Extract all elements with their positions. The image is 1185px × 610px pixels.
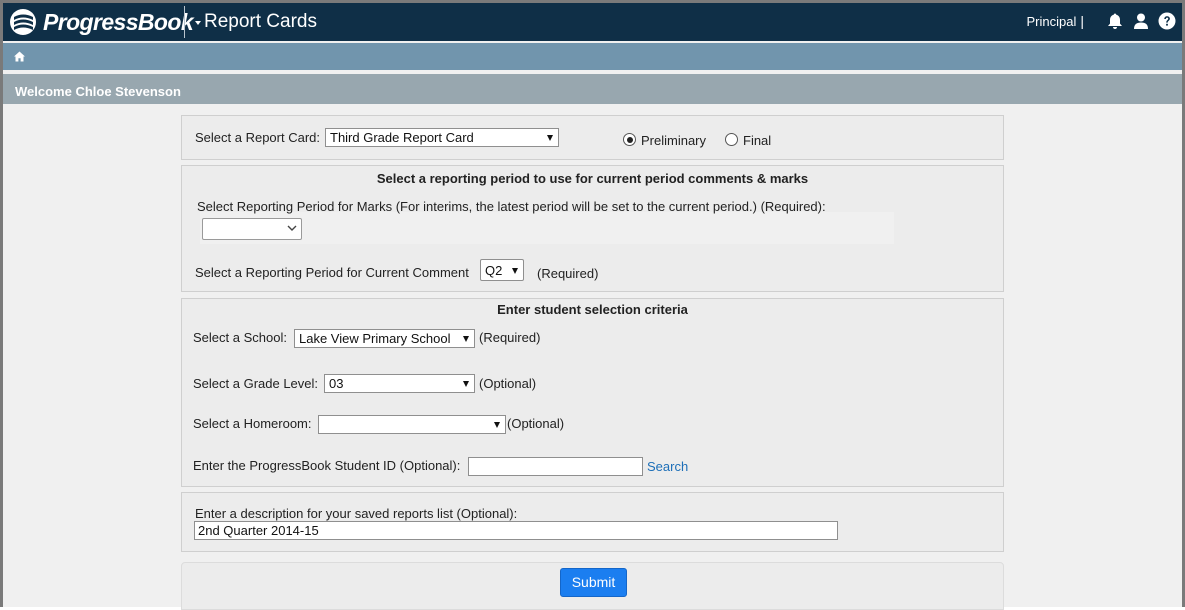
chevron-down-icon	[494, 422, 500, 428]
report-card-select[interactable]: Third Grade Report Card	[325, 128, 559, 147]
progressbook-logo[interactable]: ProgressBook	[9, 8, 194, 36]
homeroom-select[interactable]	[318, 415, 506, 434]
app-switcher[interactable]: Report Cards	[195, 11, 317, 33]
user-icon[interactable]	[1132, 12, 1150, 30]
grade-level-select[interactable]: 03	[324, 374, 475, 393]
marks-period-box	[200, 212, 894, 244]
logo-text: ProgressBook	[43, 8, 194, 35]
help-icon[interactable]	[1158, 12, 1176, 30]
student-criteria-panel: Enter student selection criteria Select …	[181, 298, 1004, 487]
preliminary-label[interactable]: Preliminary	[641, 133, 706, 148]
caret-down-icon	[195, 21, 201, 25]
school-value: Lake View Primary School	[299, 331, 451, 346]
school-select[interactable]: Lake View Primary School	[294, 329, 475, 348]
chevron-down-icon	[512, 268, 518, 274]
app-title: Report Cards	[204, 11, 317, 32]
description-panel: Enter a description for your saved repor…	[181, 492, 1004, 552]
app-window: ProgressBook Report Cards Principal | We…	[0, 0, 1185, 610]
homeroom-optional: (Optional)	[507, 416, 565, 431]
student-id-input[interactable]	[468, 457, 643, 476]
header-divider	[184, 6, 185, 38]
grade-level-optional: (Optional)	[479, 376, 537, 391]
chevron-down-icon	[287, 225, 297, 231]
search-link[interactable]: Search	[647, 459, 688, 474]
nav-bar	[3, 43, 1182, 70]
comment-period-value: Q2	[485, 263, 503, 278]
homeroom-label: Select a Homeroom:	[193, 416, 312, 431]
school-required: (Required)	[479, 330, 541, 345]
chevron-down-icon	[547, 135, 553, 141]
reporting-period-heading: Select a reporting period to use for cur…	[376, 171, 809, 186]
report-card-value: Third Grade Report Card	[330, 130, 474, 145]
final-radio[interactable]	[725, 133, 738, 146]
description-label: Enter a description for your saved repor…	[195, 506, 518, 521]
description-input[interactable]: 2nd Quarter 2014-15	[194, 521, 838, 540]
comment-period-label: Select a Reporting Period for Current Co…	[195, 265, 469, 280]
reporting-period-panel: Select a reporting period to use for cur…	[181, 165, 1004, 292]
grade-level-label: Select a Grade Level:	[193, 376, 319, 391]
comment-period-required: (Required)	[537, 266, 599, 281]
welcome-banner: Welcome Chloe Stevenson	[3, 74, 1182, 104]
bell-icon[interactable]	[1106, 12, 1124, 30]
student-id-label: Enter the ProgressBook Student ID (Optio…	[193, 458, 461, 473]
student-criteria-heading: Enter student selection criteria	[497, 302, 688, 317]
chevron-down-icon	[463, 381, 469, 387]
role-menu[interactable]: Principal	[1027, 14, 1077, 29]
submit-button[interactable]: Submit	[560, 568, 627, 597]
home-icon[interactable]	[14, 51, 25, 62]
submit-panel: Submit	[181, 562, 1004, 610]
marks-period-label: Select Reporting Period for Marks (For i…	[197, 199, 826, 214]
header-actions: Principal |	[1027, 12, 1177, 30]
school-label: Select a School:	[193, 330, 287, 345]
marks-period-select[interactable]	[202, 218, 302, 240]
report-card-panel: Select a Report Card: Third Grade Report…	[181, 115, 1004, 160]
role-separator: |	[1080, 13, 1084, 29]
preliminary-radio[interactable]	[623, 133, 636, 146]
final-label[interactable]: Final	[743, 133, 771, 148]
progressbook-logo-icon	[10, 9, 36, 35]
report-card-label: Select a Report Card:	[195, 130, 321, 145]
top-header: ProgressBook Report Cards Principal |	[3, 3, 1182, 41]
grade-level-value: 03	[329, 376, 344, 391]
chevron-down-icon	[463, 336, 469, 342]
comment-period-select[interactable]: Q2	[480, 259, 524, 281]
